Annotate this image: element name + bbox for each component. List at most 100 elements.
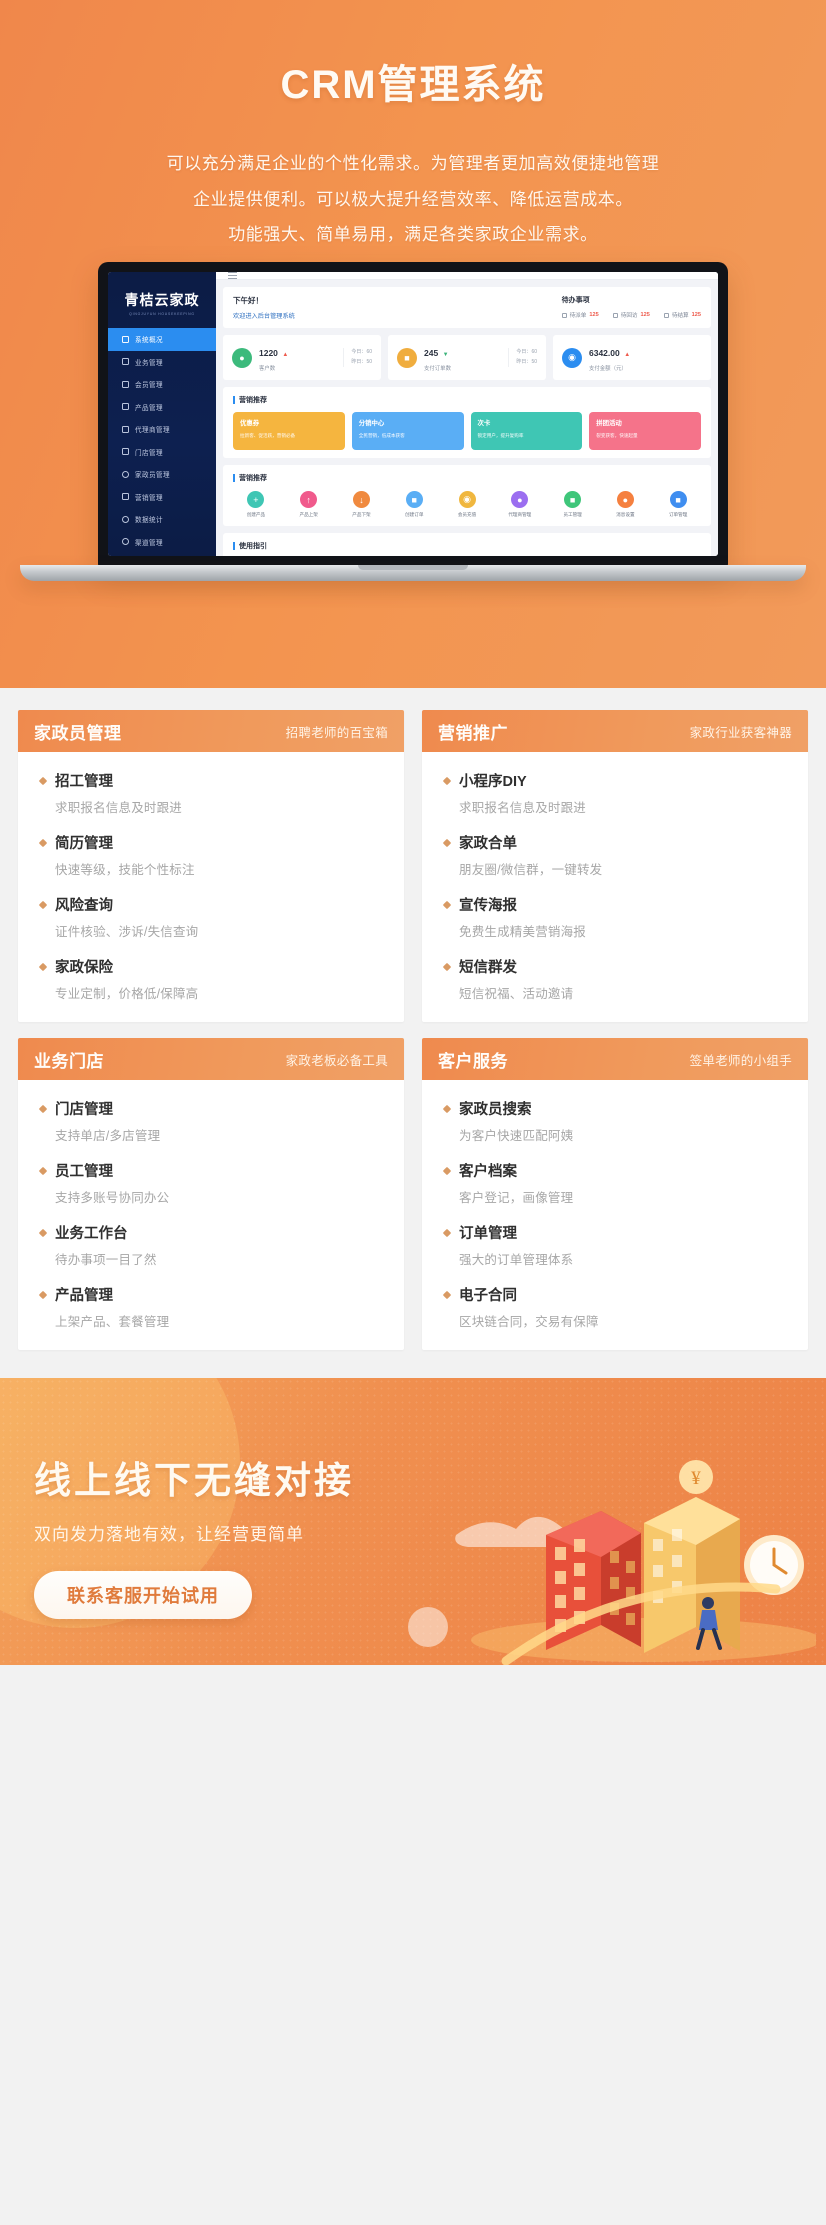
contact-support-button[interactable]: 联系客服开始试用 — [34, 1571, 252, 1619]
feature-item-desc: 求职报名信息及时跟进 — [55, 801, 183, 815]
section-title: 营销推荐 — [233, 395, 701, 405]
sidebar-item-label: 产品管理 — [135, 404, 163, 412]
chart-pie-icon — [122, 515, 129, 523]
feature-item: 订单管理 强大的订单管理体系 — [442, 1222, 792, 1268]
quick-action[interactable]: ● 代理商管理 — [497, 491, 543, 518]
section-title-label: 使用指引 — [239, 543, 267, 550]
promo-tile[interactable]: 拼团活动 裂变获客，快速起量 — [589, 412, 701, 450]
feature-card-tagline: 签单老师的小组手 — [689, 1053, 792, 1068]
quick-action-label: 消息设置 — [616, 512, 635, 517]
staff2-icon: ■ — [564, 491, 582, 508]
quick-action[interactable]: + 创建产品 — [233, 491, 279, 518]
logo-text-en: QINGJUYUN HOUSEKEEPING — [129, 312, 195, 316]
sidebar-item-overview[interactable]: 系统概况 — [108, 328, 216, 351]
sidebar-item-channel[interactable]: 渠道管理 — [108, 531, 216, 554]
todo-label: 待结算 — [671, 313, 689, 319]
feature-card-body: 小程序DIY 求职报名信息及时跟进 家政合单 朋友圈/微信群，一键转发 宣传海报… — [422, 752, 808, 1022]
feature-item: 招工管理 求职报名信息及时跟进 — [38, 770, 388, 816]
sidebar-item-agent[interactable]: 代理商管理 — [108, 418, 216, 441]
promo-tile-desc: 全民营销，低成本获客 — [358, 433, 405, 438]
sidebar-item-staff[interactable]: 家政员管理 — [108, 463, 216, 486]
quick-action[interactable]: ◉ 会员充值 — [444, 491, 490, 518]
todo-icon — [561, 312, 567, 318]
bullet-diamond-icon — [38, 1228, 48, 1237]
quick-action[interactable]: ↓ 产品下架 — [339, 491, 385, 518]
feature-item: 家政员搜索 为客户快速匹配阿姨 — [442, 1098, 792, 1144]
stat-label: 支付金额（元） — [589, 366, 627, 372]
dashboard-logo: 青桔云家政 QINGJUYUN HOUSEKEEPING — [108, 280, 216, 322]
feature-item-desc: 待办事项一目了然 — [55, 1253, 157, 1267]
todo-label: 待派单 — [569, 313, 587, 319]
feature-item-name: 家政合单 — [459, 836, 517, 852]
sidebar-item-product[interactable]: 产品管理 — [108, 396, 216, 419]
feature-item-name: 订单管理 — [459, 1226, 517, 1242]
laptop-lid: 青桔云家政 QINGJUYUN HOUSEKEEPING 系统概况 业务管理 会… — [98, 262, 728, 568]
trend-up-icon: ▲ — [624, 352, 631, 358]
quick-action[interactable]: ↑ 产品上架 — [286, 491, 332, 518]
feature-item-name: 招工管理 — [55, 774, 113, 790]
promo-tile[interactable]: 次卡 锁定用户，提升复购率 — [470, 412, 583, 450]
quick-action-label: 代理商管理 — [508, 512, 532, 517]
feature-item-desc: 客户登记，画像管理 — [459, 1191, 574, 1205]
feature-item-name: 小程序DIY — [459, 774, 527, 790]
landing-page: CRM管理系统 可以充分满足企业的个性化需求。为管理者更加高效便捷地管理 企业提… — [0, 0, 826, 1665]
quick-action[interactable]: ■ 订单管理 — [655, 491, 701, 518]
promo-tile-title: 优惠券 — [240, 420, 260, 427]
feature-item-desc: 短信祝福、活动邀请 — [459, 987, 574, 1001]
promo-tile[interactable]: 分销中心 全民营销，低成本获客 — [351, 412, 464, 450]
feature-item: 家政保险 专业定制，价格低/保障高 — [38, 956, 388, 1002]
product-icon — [122, 403, 129, 411]
sidebar-item-label: 数据统计 — [135, 517, 163, 525]
feature-item-desc: 免费生成精美营销海报 — [459, 925, 587, 939]
promo-tile-title: 拼团活动 — [596, 420, 622, 427]
feature-card-tagline: 家政行业获客神器 — [689, 725, 792, 740]
feature-item-desc: 强大的订单管理体系 — [459, 1253, 574, 1267]
dashboard-content: 下午好！ 欢迎进入后台管理系统 待办事项 待派单 125 待回访 125 待结算… — [216, 280, 718, 556]
promo-tile-title: 次卡 — [477, 420, 491, 427]
feature-item: 门店管理 支持单店/多店管理 — [38, 1098, 388, 1144]
stat-value: 1220 — [259, 348, 278, 358]
channel-icon — [122, 538, 129, 546]
feature-item-desc: 朋友圈/微信群，一键转发 — [459, 863, 603, 877]
feature-item-desc: 快速等级，技能个性标注 — [55, 863, 195, 877]
feature-item: 小程序DIY 求职报名信息及时跟进 — [442, 770, 792, 816]
sidebar-item-business[interactable]: 业务管理 — [108, 351, 216, 374]
sidebar-item-store[interactable]: 门店管理 — [108, 441, 216, 464]
feature-card-title: 业务门店 — [34, 1051, 104, 1071]
feature-item-name: 短信群发 — [459, 960, 517, 976]
stat-label: 支付订单数 — [424, 366, 451, 372]
hero-subtitle: 可以充分满足企业的个性化需求。为管理者更加高效便捷地管理 企业提供便利。可以极大… — [113, 146, 713, 253]
feature-card-header: 营销推广 家政行业获客神器 — [422, 710, 808, 752]
todo-item[interactable]: 待结算 125 — [663, 311, 701, 319]
todo-item[interactable]: 待回访 125 — [612, 311, 650, 319]
quick-action-label: 产品上架 — [299, 512, 318, 517]
todo-count: 125 — [589, 312, 599, 318]
feature-item-desc: 上架产品、套餐管理 — [55, 1315, 170, 1329]
quick-action[interactable]: ■ 创建订单 — [391, 491, 437, 518]
quick-action-label: 创建订单 — [405, 512, 424, 517]
sidebar-item-statistics[interactable]: 数据统计 — [108, 508, 216, 531]
quick-action[interactable]: ● 消息设置 — [602, 491, 648, 518]
cta-banner-section: ¥ 线上线下无缝对接 双向发力落地有效，让经营更简单 联系客服开始试用 http… — [0, 1378, 826, 1665]
bullet-diamond-icon — [442, 1104, 452, 1113]
bullet-diamond-icon — [442, 1166, 452, 1175]
sidebar-item-marketing[interactable]: 营销管理 — [108, 486, 216, 509]
quick-action[interactable]: ■ 员工管理 — [550, 491, 596, 518]
promo-tile[interactable]: 优惠券 拉新客、促活跃，营销必备 — [233, 412, 345, 450]
collapse-menu-icon[interactable] — [228, 272, 237, 279]
feature-card-body: 家政员搜索 为客户快速匹配阿姨 客户档案 客户登记，画像管理 订单管理 强大的订… — [422, 1080, 808, 1350]
promo-tile-desc: 裂变获客，快速起量 — [596, 433, 638, 438]
bullet-diamond-icon — [442, 776, 452, 785]
section-title-label: 营销推荐 — [239, 475, 267, 482]
quick-action-label: 员工管理 — [563, 512, 582, 517]
feature-item-name: 家政保险 — [55, 960, 113, 976]
sidebar-item-member[interactable]: 会员管理 — [108, 373, 216, 396]
dashboard-main: 下午好！ 欢迎进入后台管理系统 待办事项 待派单 125 待回访 125 待结算… — [216, 272, 718, 556]
todo-item[interactable]: 待派单 125 — [561, 311, 599, 319]
dashboard-screenshot: 青桔云家政 QINGJUYUN HOUSEKEEPING 系统概况 业务管理 会… — [108, 272, 718, 556]
sidebar-item-label: 业务管理 — [135, 359, 163, 367]
feature-item-desc: 求职报名信息及时跟进 — [459, 801, 587, 815]
sidebar-item-shop[interactable]: 店铺管理 — [108, 553, 216, 556]
trend-up-icon: ▲ — [282, 352, 289, 358]
trend-down-icon: ▼ — [442, 352, 449, 358]
